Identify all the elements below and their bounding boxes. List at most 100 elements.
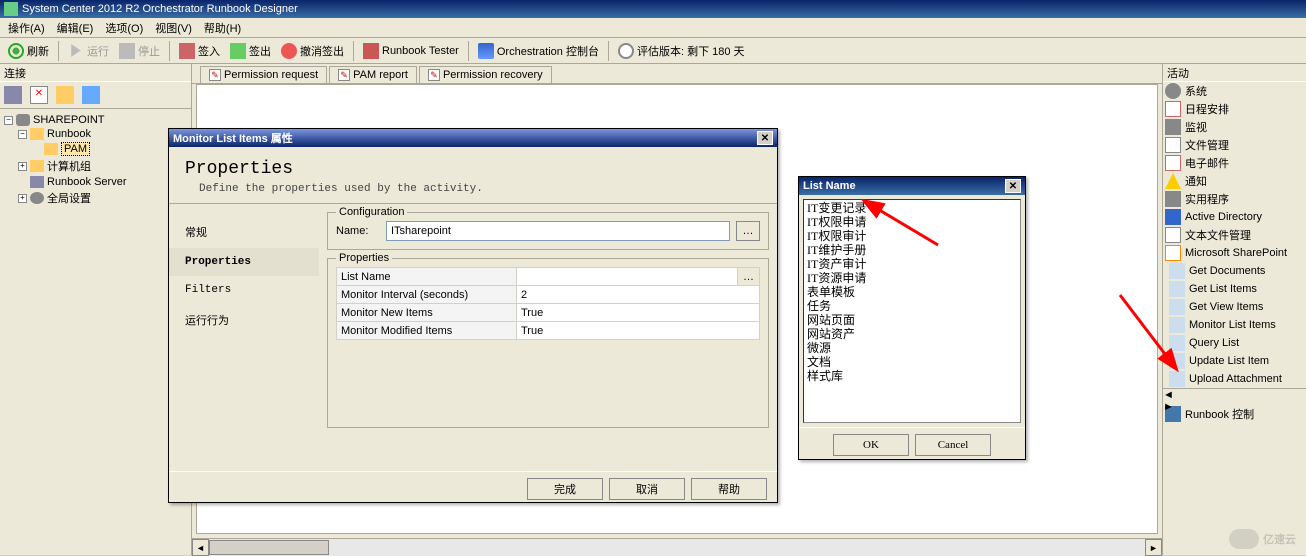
list-option[interactable]: IT权限申请 [805, 215, 1019, 229]
delete-icon[interactable]: ✕ [30, 86, 48, 104]
list-option[interactable]: IT资产审计 [805, 257, 1019, 271]
menu-help[interactable]: 帮助(H) [198, 18, 247, 38]
checkin-button[interactable]: 签入 [175, 41, 224, 61]
separator [608, 41, 609, 61]
list-option[interactable]: 文档 [805, 355, 1019, 369]
cancel-button[interactable]: 取消 [609, 478, 685, 500]
list-option[interactable]: IT维护手册 [805, 243, 1019, 257]
close-button[interactable]: ✕ [757, 131, 773, 145]
activity-item[interactable]: Get List Items [1163, 280, 1306, 298]
activity-item[interactable]: Get View Items [1163, 298, 1306, 316]
list-option[interactable]: IT变更记录 [805, 201, 1019, 215]
tree-computer-group[interactable]: +计算机组 [4, 157, 187, 175]
scroll-track[interactable] [209, 539, 1145, 556]
checkout-button[interactable]: 签出 [226, 41, 275, 61]
scroll-thumb[interactable] [209, 540, 329, 555]
activity-item[interactable]: Upload Attachment [1163, 370, 1306, 388]
close-button[interactable]: ✕ [1005, 179, 1021, 193]
checkin-icon [179, 43, 195, 59]
name-input[interactable] [386, 221, 730, 241]
activity-category[interactable]: 系统 [1163, 82, 1306, 100]
activity-category[interactable]: 电子邮件 [1163, 154, 1306, 172]
horizontal-scrollbar[interactable]: ◄ ► [192, 538, 1162, 555]
activities-list: 系统日程安排监视文件管理电子邮件通知实用程序Active Directory文本… [1163, 82, 1306, 555]
menu-action[interactable]: 操作(A) [2, 18, 51, 38]
activities-scrollbar[interactable]: ◄ ► [1163, 388, 1306, 405]
left-pane: 连接 ✕ −SHAREPOINT −Runbook PAM +计算机组 Runb… [0, 64, 192, 555]
list-option[interactable]: 任务 [805, 299, 1019, 313]
name-label: Name: [336, 225, 380, 237]
list-option[interactable]: IT资源申请 [805, 271, 1019, 285]
browse-button[interactable]: … [738, 268, 760, 286]
list-option[interactable]: 样式库 [805, 369, 1019, 383]
list-option[interactable]: 表单模板 [805, 285, 1019, 299]
name-browse-button[interactable]: … [736, 221, 760, 241]
activity-item[interactable]: Query List [1163, 334, 1306, 352]
configuration-group: Configuration Name: … [327, 212, 769, 250]
activity-category[interactable]: Microsoft SharePoint [1163, 244, 1306, 262]
tree-runbook-server[interactable]: Runbook Server [4, 175, 187, 189]
tree-pam[interactable]: PAM [4, 141, 187, 157]
activity-category[interactable]: 实用程序 [1163, 190, 1306, 208]
folder2-icon[interactable] [82, 86, 100, 104]
scroll-left-button[interactable]: ◄ [192, 539, 209, 556]
orch-icon [478, 43, 494, 59]
nav-filters[interactable]: Filters [169, 276, 319, 304]
menu-edit[interactable]: 编辑(E) [51, 18, 100, 38]
list-options[interactable]: IT变更记录IT权限申请IT权限审计IT维护手册IT资产审计IT资源申请表单模板… [803, 199, 1021, 423]
help-button[interactable]: 帮助 [691, 478, 767, 500]
folder-icon[interactable] [56, 86, 74, 104]
prop-row-interval[interactable]: Monitor Interval (seconds)2 [337, 286, 760, 304]
activity-category[interactable]: 文件管理 [1163, 136, 1306, 154]
tree-root[interactable]: −SHAREPOINT [4, 113, 187, 127]
prop-row-modified-items[interactable]: Monitor Modified ItemsTrue [337, 322, 760, 340]
scroll-right-button[interactable]: ► [1163, 401, 1306, 413]
scroll-left-button[interactable]: ◄ [1163, 389, 1306, 401]
list-option[interactable]: 网站资产 [805, 327, 1019, 341]
gear-icon [30, 192, 44, 204]
tree-global-settings[interactable]: +全局设置 [4, 189, 187, 207]
nav-general[interactable]: 常规 [169, 216, 319, 248]
activity-category[interactable]: Active Directory [1163, 208, 1306, 226]
run-button[interactable]: 运行 [64, 41, 113, 61]
stop-button[interactable]: 停止 [115, 41, 164, 61]
menu-view[interactable]: 视图(V) [149, 18, 198, 38]
ok-button[interactable]: OK [833, 434, 909, 456]
tab-permission-recovery[interactable]: ✎Permission recovery [419, 66, 552, 83]
activity-category[interactable]: 文本文件管理 [1163, 226, 1306, 244]
separator [169, 41, 170, 61]
list-option[interactable]: IT权限审计 [805, 229, 1019, 243]
dialog-titlebar[interactable]: Monitor List Items 属性 ✕ [169, 129, 777, 147]
list-option[interactable]: 微源 [805, 341, 1019, 355]
tab-pam-report[interactable]: ✎PAM report [329, 66, 417, 83]
undo-checkout-button[interactable]: 撤消签出 [277, 41, 348, 61]
tab-permission-request[interactable]: ✎Permission request [200, 66, 327, 83]
finish-button[interactable]: 完成 [527, 478, 603, 500]
orch-console-button[interactable]: Orchestration 控制台 [474, 41, 603, 61]
category-icon [1165, 173, 1181, 189]
activity-category[interactable]: 日程安排 [1163, 100, 1306, 118]
server-icon[interactable] [4, 86, 22, 104]
scroll-right-button[interactable]: ► [1145, 539, 1162, 556]
runbook-tester-button[interactable]: Runbook Tester [359, 41, 463, 61]
prop-row-new-items[interactable]: Monitor New ItemsTrue [337, 304, 760, 322]
prop-row-list-name[interactable]: List Name… [337, 268, 760, 286]
tree-runbook[interactable]: −Runbook [4, 127, 187, 141]
nav-properties[interactable]: Properties [169, 248, 319, 276]
toolbar: 刷新 运行 停止 签入 签出 撤消签出 Runbook Tester Orche… [0, 38, 1306, 64]
activity-item[interactable]: Get Documents [1163, 262, 1306, 280]
refresh-button[interactable]: 刷新 [4, 41, 53, 61]
play-icon [68, 43, 84, 59]
list-option[interactable]: 网站页面 [805, 313, 1019, 327]
server-icon [30, 176, 44, 188]
activity-item[interactable]: Monitor List Items [1163, 316, 1306, 334]
properties-table: List Name… Monitor Interval (seconds)2 M… [336, 267, 760, 340]
activity-category[interactable]: 通知 [1163, 172, 1306, 190]
dialog-titlebar[interactable]: List Name ✕ [799, 177, 1025, 195]
category-icon [1165, 191, 1181, 207]
activity-category[interactable]: 监视 [1163, 118, 1306, 136]
nav-run-behavior[interactable]: 运行行为 [169, 304, 319, 336]
menu-options[interactable]: 选项(O) [99, 18, 149, 38]
cancel-button[interactable]: Cancel [915, 434, 991, 456]
activity-item[interactable]: Update List Item [1163, 352, 1306, 370]
